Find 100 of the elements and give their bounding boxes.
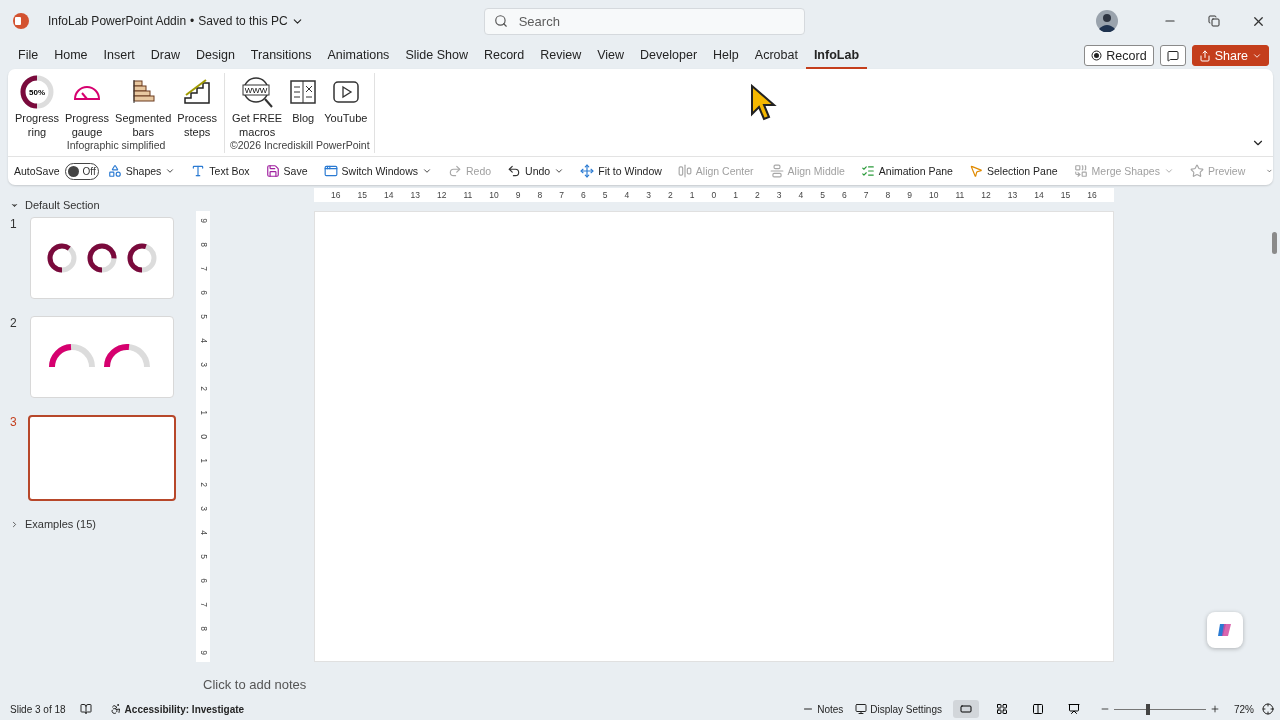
- ribbon-tab[interactable]: Acrobat: [746, 42, 806, 69]
- spelling-icon[interactable]: [79, 703, 92, 715]
- ruler-number: 13: [410, 190, 420, 200]
- caret-icon: [1163, 166, 1174, 176]
- ribbon-tab[interactable]: Animations: [319, 42, 398, 69]
- notes-pane[interactable]: Click to add notes: [195, 670, 1270, 698]
- ruler-number: 7: [863, 190, 869, 200]
- ribbon-tab[interactable]: Review: [532, 42, 590, 69]
- ruler-number: 4: [198, 338, 208, 343]
- section-header[interactable]: Examples (15): [10, 518, 96, 530]
- ruler-number: 3: [198, 362, 208, 367]
- monitor-icon: [855, 703, 868, 715]
- ruler-number: 7: [559, 190, 564, 200]
- selection-button[interactable]: Selection Pane: [961, 159, 1065, 183]
- sorter-view-icon: [996, 703, 1008, 715]
- ribbon-button[interactable]: YouTube: [321, 77, 371, 139]
- ruler-number: 2: [668, 190, 673, 200]
- record-button[interactable]: Record: [1084, 45, 1154, 66]
- ruler-number: 5: [602, 190, 608, 200]
- slide-counter: Slide 3 of 18: [10, 703, 66, 715]
- ruler-number: 6: [842, 190, 847, 200]
- switch-button[interactable]: Switch Windows: [316, 159, 439, 183]
- comments-button[interactable]: [1159, 45, 1186, 66]
- ribbon-button[interactable]: Process steps: [174, 77, 221, 139]
- ribbon-button[interactable]: WWW Get FREE macros: [229, 77, 286, 139]
- selection-pane-icon: [968, 164, 983, 178]
- ribbon-button[interactable]: Blog: [285, 77, 322, 139]
- record-icon: [1091, 50, 1103, 61]
- animation-button[interactable]: Animation Pane: [853, 159, 960, 183]
- preview-icon: [1189, 164, 1204, 178]
- ruler-number: 13: [1007, 190, 1018, 200]
- ribbon-button[interactable]: 50% Progress ring: [12, 77, 63, 139]
- copilot-button[interactable]: [1207, 612, 1243, 648]
- avatar-icon[interactable]: [1096, 10, 1118, 32]
- accessibility-button[interactable]: Accessibility: Investigate: [103, 703, 251, 715]
- search-field[interactable]: Search: [483, 7, 805, 35]
- ribbon-tab[interactable]: Slide Show: [397, 42, 476, 69]
- shapes-button[interactable]: Shapes: [100, 159, 183, 183]
- ribbon-tab[interactable]: Developer: [632, 42, 706, 69]
- ribbon-tab[interactable]: File: [10, 42, 47, 69]
- textbox-button[interactable]: Text Box: [184, 159, 257, 183]
- app-logo: [12, 12, 30, 30]
- align-center-icon: [677, 164, 692, 178]
- zoom-in-icon[interactable]: [1210, 704, 1220, 714]
- ribbon-tab[interactable]: View: [589, 42, 633, 69]
- ruler-number: 5: [820, 190, 825, 200]
- undo-icon: [507, 164, 522, 178]
- ribbon-tab[interactable]: Transitions: [242, 42, 320, 69]
- ribbon-tab[interactable]: Help: [705, 42, 747, 69]
- save-status[interactable]: Saved to this PC: [198, 14, 304, 28]
- ribbon-tab[interactable]: Record: [475, 42, 533, 69]
- ruler-number: 0: [198, 434, 208, 439]
- ruler-number: 2: [755, 190, 760, 200]
- slide-number: 3: [10, 415, 18, 431]
- display-settings-button[interactable]: Display Settings: [849, 703, 948, 715]
- autosave-toggle[interactable]: Off: [64, 162, 99, 180]
- ruler-number: 4: [198, 530, 208, 535]
- ruler-number: 7: [198, 602, 208, 607]
- text-box-icon: [191, 164, 206, 178]
- ribbon-tab[interactable]: Draw: [142, 42, 188, 69]
- normal-view-button[interactable]: [953, 700, 979, 718]
- group-label: Infographic simplified: [66, 139, 166, 153]
- ruler-number: 8: [537, 190, 543, 200]
- reading-view-icon: [1032, 703, 1044, 715]
- ruler-number: 8: [198, 626, 208, 631]
- ruler-number: 2: [198, 482, 208, 487]
- section-header[interactable]: Default Section: [10, 199, 100, 211]
- share-button[interactable]: Share: [1191, 45, 1269, 66]
- ruler-number: 4: [624, 190, 630, 200]
- ribbon-button[interactable]: Segmented bars: [112, 77, 175, 139]
- ribbon-button[interactable]: Progress gauge: [62, 77, 113, 139]
- animation-pane-icon: [860, 164, 875, 178]
- ruler-number: 16: [331, 190, 341, 200]
- notes-button[interactable]: Notes: [796, 703, 850, 715]
- ruler-number: 9: [198, 650, 208, 655]
- title-separator: •: [190, 14, 195, 28]
- scrollbar-thumb[interactable]: [1271, 232, 1277, 254]
- ruler-number: 9: [907, 190, 912, 200]
- ruler-number: 6: [198, 290, 208, 295]
- slideshow-view-icon: [1068, 703, 1080, 715]
- slide-thumbnail[interactable]: [28, 415, 176, 501]
- caret-icon: [165, 166, 176, 176]
- save-button[interactable]: Save: [258, 159, 315, 183]
- fit-icon: [580, 164, 595, 178]
- autosave-label: AutoSave: [14, 165, 60, 177]
- collapsed-icon: [10, 519, 19, 529]
- ruler-number: 9: [515, 190, 521, 200]
- ruler-number: 3: [646, 190, 651, 200]
- caret-icon: [554, 166, 565, 176]
- fit-button[interactable]: Fit to Window: [573, 159, 669, 183]
- ribbon-tab[interactable]: Design: [187, 42, 243, 69]
- fit-slide-icon[interactable]: [1262, 703, 1274, 715]
- align-middle-icon: [769, 164, 784, 178]
- caret-icon: [422, 166, 432, 176]
- cursor-icon: [750, 84, 778, 122]
- ruler-number: 1: [689, 190, 695, 200]
- undo-button[interactable]: Undo: [500, 159, 572, 183]
- ribbon-tab[interactable]: Insert: [95, 42, 143, 69]
- ruler-number: 3: [776, 190, 782, 200]
- ribbon-tab[interactable]: Home: [46, 42, 96, 69]
